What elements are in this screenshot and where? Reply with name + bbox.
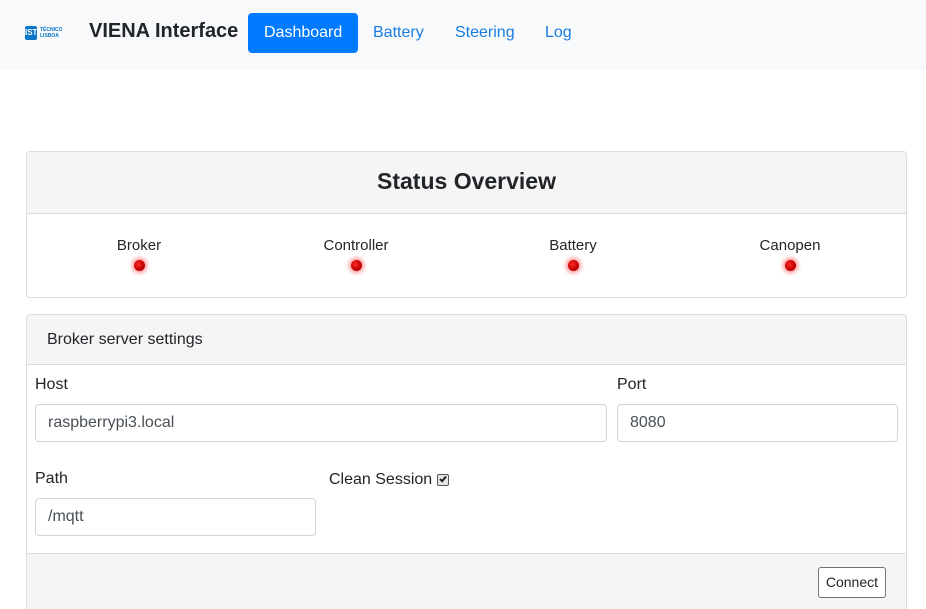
host-label: Host bbox=[35, 376, 68, 393]
clean-session-option: Clean Session bbox=[329, 471, 450, 489]
status-label-battery: Battery bbox=[549, 237, 597, 254]
status-label-controller: Controller bbox=[323, 237, 389, 254]
status-overview-card: Status Overview Broker Controller Batter… bbox=[26, 151, 907, 298]
port-input[interactable] bbox=[617, 404, 898, 442]
clean-session-checkbox[interactable] bbox=[437, 474, 450, 486]
port-label: Port bbox=[617, 376, 647, 393]
status-label-broker: Broker bbox=[116, 237, 162, 254]
status-indicator-icon bbox=[350, 260, 362, 271]
app-title[interactable]: VIENA Interface bbox=[89, 20, 238, 43]
logo-mark: IST bbox=[25, 26, 37, 40]
connect-button[interactable]: Connect bbox=[817, 567, 886, 598]
nav-link-battery[interactable]: Battery bbox=[357, 13, 440, 53]
status-item-controller: Controller bbox=[286, 237, 426, 271]
broker-settings-card: Broker server settings Host Port Path Cl… bbox=[26, 314, 907, 609]
status-overview-title: Status Overview bbox=[27, 152, 906, 214]
path-input[interactable] bbox=[35, 498, 316, 536]
status-item-battery: Battery bbox=[503, 237, 643, 271]
status-indicator-icon bbox=[784, 260, 796, 271]
status-item-canopen: Canopen bbox=[720, 237, 860, 271]
logo-text-line2: LISBOA bbox=[40, 33, 59, 39]
status-indicator-icon bbox=[567, 260, 579, 271]
nav-link-log[interactable]: Log bbox=[529, 13, 588, 53]
clean-session-label: Clean Session bbox=[329, 471, 433, 488]
status-item-broker: Broker bbox=[69, 237, 209, 271]
status-indicator-icon bbox=[133, 260, 145, 271]
nav-link-steering[interactable]: Steering bbox=[439, 13, 531, 53]
logo-text: TÉCNICO LISBOA bbox=[40, 27, 63, 39]
path-label: Path bbox=[35, 470, 68, 487]
host-input[interactable] bbox=[35, 404, 607, 442]
top-navbar: IST TÉCNICO LISBOA VIENA Interface Dashb… bbox=[0, 0, 926, 70]
broker-settings-title: Broker server settings bbox=[27, 315, 906, 365]
nav-link-dashboard[interactable]: Dashboard bbox=[248, 13, 359, 53]
status-label-canopen: Canopen bbox=[759, 237, 821, 254]
broker-settings-footer: Connect bbox=[26, 553, 907, 609]
tecnico-lisboa-logo[interactable]: IST TÉCNICO LISBOA bbox=[25, 24, 71, 42]
checkmark-icon bbox=[439, 474, 447, 483]
